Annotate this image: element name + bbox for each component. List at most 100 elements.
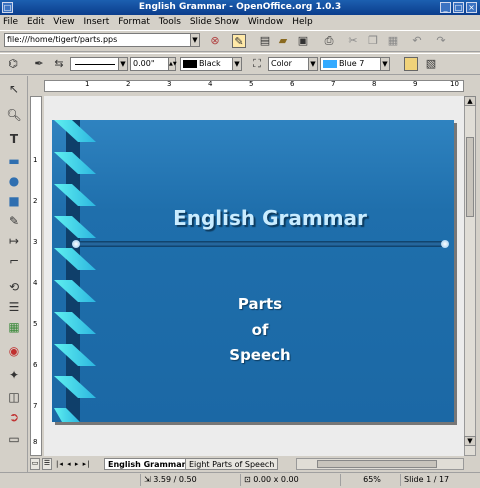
tab-navigation-arrows-icon[interactable]: |◂ ◂ ▸ ▸|: [56, 458, 102, 470]
new-document-icon[interactable]: ▤: [258, 34, 272, 48]
zoom-icon[interactable]: 🔍︎: [4, 106, 24, 124]
area-fill-icon[interactable]: ⛶: [250, 57, 264, 71]
slide-canvas[interactable]: [52, 120, 454, 422]
status-size: ⊡ 0.00 x 0.00: [240, 474, 340, 486]
vertical-scrollbar[interactable]: [464, 96, 476, 456]
rectangle-icon[interactable]: ▬: [4, 152, 24, 170]
line-width-spinner[interactable]: ▲▼: [168, 57, 177, 71]
ruler-h-label: 5: [249, 80, 254, 88]
menu-insert[interactable]: Insert: [80, 15, 112, 29]
menu-format[interactable]: Format: [115, 15, 153, 29]
tab-english-grammar[interactable]: English Grammar: [104, 458, 190, 470]
slide-subtitle-line[interactable]: of: [200, 321, 320, 339]
ruler-h-label: 2: [126, 80, 131, 88]
drawing-view-button[interactable]: ▭: [30, 458, 40, 470]
vertical-scroll-thumb[interactable]: [466, 137, 474, 217]
line-color-dropdown-button[interactable]: ▼: [232, 57, 242, 71]
area-style-dropdown-button[interactable]: ▼: [308, 57, 318, 71]
menu-view[interactable]: View: [50, 15, 77, 29]
close-icon[interactable]: ×: [466, 2, 477, 13]
minimize-icon[interactable]: _: [440, 2, 451, 13]
url-dropdown-button[interactable]: ▼: [190, 33, 200, 47]
ruler-v-label: 1: [33, 156, 38, 164]
solid-line-preview: [75, 64, 115, 65]
ribbon-decoration: [54, 120, 96, 422]
menu-help[interactable]: Help: [289, 15, 316, 29]
status-position: ⇲ 3.59 / 0.50: [140, 474, 240, 486]
horizontal-scroll-thumb[interactable]: [317, 460, 437, 468]
effects-icon[interactable]: ✦: [4, 366, 24, 384]
divider-knob-left: [72, 240, 80, 248]
ruler-v-label: 5: [33, 320, 38, 328]
area-color-label: Blue 7: [339, 59, 365, 68]
status-zoom[interactable]: 65%: [340, 474, 400, 486]
tab-eight-parts-of-speech[interactable]: Eight Parts of Speech: [185, 458, 279, 470]
stop-loading-icon[interactable]: ⊗: [208, 34, 222, 48]
ruler-h-label: 10: [450, 80, 459, 88]
arrange-icon[interactable]: ▦: [4, 318, 24, 336]
menu-slide-show[interactable]: Slide Show: [187, 15, 242, 29]
object-properties-icon[interactable]: ▧: [424, 57, 438, 71]
status-slide-number: Slide 1 / 17: [400, 474, 476, 486]
window-title: English Grammar - OpenOffice.org 1.0.3: [138, 2, 342, 12]
url-field[interactable]: file:///home/tigert/parts.pps: [4, 33, 200, 47]
shadow-icon[interactable]: [404, 57, 418, 71]
menu-tools[interactable]: Tools: [156, 15, 184, 29]
ruler-h-label: 7: [331, 80, 336, 88]
ruler-v-label: 7: [33, 402, 38, 410]
ruler-h-label: 9: [413, 80, 418, 88]
select-arrow-icon[interactable]: ↖: [4, 80, 24, 98]
slide-subtitle-line[interactable]: Speech: [200, 346, 320, 364]
lines-arrows-icon[interactable]: ↦: [4, 232, 24, 250]
ruler-corner: [38, 80, 44, 92]
alignment-icon[interactable]: ☰: [4, 298, 24, 316]
paste-icon[interactable]: ▦: [386, 34, 400, 48]
save-icon[interactable]: ▣: [296, 34, 310, 48]
curve-icon[interactable]: ✎: [4, 212, 24, 230]
edit-file-icon[interactable]: ✎: [232, 34, 246, 48]
3d-effects-icon[interactable]: ◫: [4, 388, 24, 406]
outline-view-button[interactable]: ☰: [42, 458, 52, 470]
connector-icon[interactable]: ⌐: [4, 252, 24, 270]
rotate-icon[interactable]: ⟲: [4, 278, 24, 296]
scroll-down-arrow-icon[interactable]: ▼: [464, 436, 476, 446]
interaction-icon[interactable]: ➲: [4, 408, 24, 426]
area-color-swatch: [323, 60, 337, 68]
arrow-style-icon[interactable]: ⇆: [52, 57, 66, 71]
edit-points-icon[interactable]: ⌬: [6, 57, 20, 71]
menu-window[interactable]: Window: [245, 15, 287, 29]
position-icon: ⇲: [144, 475, 154, 484]
window-menu-icon[interactable]: □: [2, 2, 13, 13]
ruler-h-label: 1: [85, 80, 90, 88]
area-color-dropdown-button[interactable]: ▼: [380, 57, 390, 71]
text-icon[interactable]: T: [4, 130, 24, 148]
ruler-v-label: 4: [33, 279, 38, 287]
3d-object-icon[interactable]: ■: [4, 192, 24, 210]
insert-icon[interactable]: ◉: [4, 342, 24, 360]
ellipse-icon[interactable]: ●: [4, 172, 24, 190]
slide-subtitle-line[interactable]: Parts: [200, 295, 320, 313]
ruler-v-label: 8: [33, 438, 38, 446]
cut-icon[interactable]: ✂: [346, 34, 360, 48]
ruler-h-label: 3: [167, 80, 172, 88]
maximize-icon[interactable]: □: [453, 2, 464, 13]
scroll-up-arrow-icon[interactable]: ▲: [464, 96, 476, 106]
slide-show-icon[interactable]: ▭: [4, 430, 24, 448]
ruler-v-label: 6: [33, 361, 38, 369]
copy-icon[interactable]: ❐: [366, 34, 380, 48]
print-icon[interactable]: ⎙: [322, 34, 336, 48]
horizontal-scrollbar[interactable]: [296, 458, 464, 470]
slide-title[interactable]: English Grammar: [110, 206, 430, 230]
menu-bar: File Edit View Insert Format Tools Slide…: [0, 15, 480, 29]
divider-bar: [76, 241, 446, 247]
line-icon[interactable]: ✒: [32, 57, 46, 71]
line-color-label: Black: [199, 59, 221, 68]
redo-icon[interactable]: ↷: [434, 34, 448, 48]
line-color-swatch: [183, 60, 197, 68]
undo-icon[interactable]: ↶: [410, 34, 424, 48]
menu-edit[interactable]: Edit: [24, 15, 47, 29]
divider-knob-right: [441, 240, 449, 248]
line-style-dropdown-button[interactable]: ▼: [118, 57, 128, 71]
open-folder-icon[interactable]: ▰: [276, 34, 290, 48]
menu-file[interactable]: File: [0, 15, 21, 29]
